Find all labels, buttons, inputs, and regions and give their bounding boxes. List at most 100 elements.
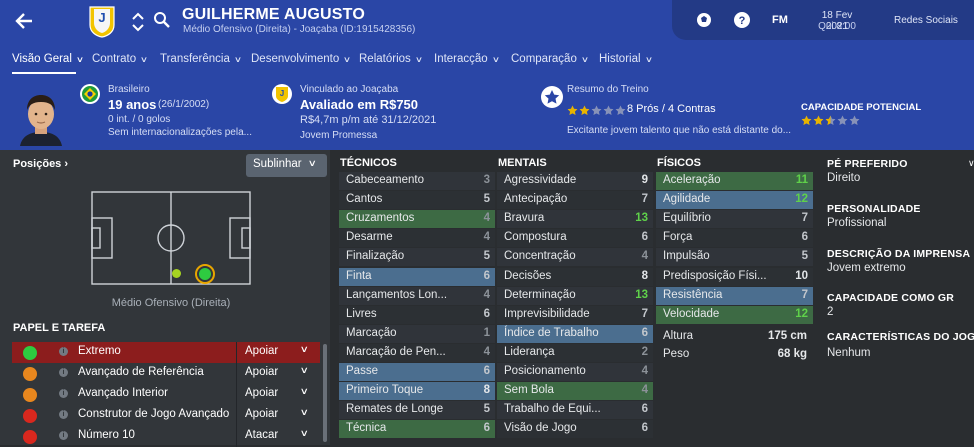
chevron-down-icon[interactable]: ∨ [968, 158, 974, 169]
attribute-row[interactable]: Determinação 13 [497, 286, 653, 305]
attribute-row[interactable]: Cruzamentos 4 [339, 210, 495, 229]
role-row[interactable]: i Construtor de Jogo Avançado Apoiar ∨ [12, 405, 320, 426]
attribute-row[interactable]: Aceleração 11 [656, 172, 813, 190]
training-star-icon [541, 86, 563, 108]
attribute-row[interactable]: Impulsão 5 [656, 248, 813, 267]
duty-dropdown[interactable]: Apoiar ∨ [236, 363, 320, 384]
help-icon[interactable]: ? [733, 11, 751, 29]
tab-interaction[interactable]: Interacção ∨ [434, 53, 500, 65]
nationality-label: Brasileiro [108, 84, 150, 95]
duty-dropdown[interactable]: Apoiar ∨ [236, 384, 320, 405]
attribute-name: Força [663, 231, 693, 244]
club-crest-icon[interactable]: J [88, 5, 116, 39]
attribute-row[interactable]: Cantos 5 [339, 191, 495, 210]
personality-value: Profissional [827, 217, 887, 229]
attribute-row[interactable]: Índice de Trabalho 6 [497, 324, 653, 343]
attribute-row[interactable]: Antecipação 7 [497, 191, 653, 210]
attribute-row[interactable]: Velocidade 12 [656, 305, 813, 324]
tab-contract[interactable]: Contrato ∨ [92, 53, 148, 65]
role-row[interactable]: i Extremo Apoiar ∨ [12, 342, 320, 363]
attribute-value: 4 [641, 250, 648, 263]
game-time: Qui 8:00 [818, 21, 856, 32]
social-media-button[interactable]: Redes Sociais [894, 15, 958, 26]
ball-icon[interactable] [695, 11, 713, 29]
attribute-name: Cabeceamento [346, 174, 424, 186]
attribute-row[interactable]: Cabeceamento 3 [339, 172, 495, 190]
height-label: Altura [663, 330, 694, 342]
technical-header: TÉCNICOS [340, 157, 397, 169]
attribute-row[interactable]: Finalização 5 [339, 248, 495, 267]
press-description-value: Jovem extremo [827, 262, 906, 274]
search-icon[interactable] [153, 11, 171, 29]
attribute-value: 4 [483, 231, 490, 244]
attribute-value: 4 [641, 365, 648, 377]
duty-dropdown[interactable]: Atacar ∨ [236, 426, 320, 447]
rating-star-icon [567, 105, 578, 116]
attribute-row[interactable]: Predisposição Físi... 10 [656, 267, 813, 286]
attribute-row[interactable]: Técnica 6 [339, 420, 495, 439]
info-icon[interactable]: i [59, 368, 68, 377]
attribute-row[interactable]: Imprevisibilidade 7 [497, 305, 653, 324]
attribute-row[interactable]: Força 6 [656, 229, 813, 248]
attribute-name: Predisposição Físi... [663, 269, 767, 282]
info-icon[interactable]: i [59, 431, 68, 440]
info-icon[interactable]: i [59, 389, 68, 398]
roles-scrollbar[interactable] [323, 344, 327, 442]
tab-history[interactable]: Historial ∨ [599, 53, 653, 65]
attribute-value: 5 [483, 403, 490, 416]
player-face-avatar[interactable] [16, 88, 66, 146]
rating-star-icon [801, 115, 812, 126]
attribute-name: Visão de Jogo [504, 422, 577, 435]
role-row[interactable]: i Avançado de Referência Apoiar ∨ [12, 363, 320, 384]
attribute-row[interactable]: Visão de Jogo 6 [497, 420, 653, 439]
attribute-row[interactable]: Concentração 4 [497, 248, 653, 267]
tab-development[interactable]: Desenvolvimento ∨ [251, 53, 351, 65]
tab-transfer[interactable]: Transferência ∨ [160, 53, 242, 65]
duty-dropdown[interactable]: Apoiar ∨ [236, 405, 320, 426]
attribute-row[interactable]: Liderança 2 [497, 343, 653, 362]
attribute-row[interactable]: Trabalho de Equi... 6 [497, 401, 653, 420]
positions-title[interactable]: Posições › [13, 158, 68, 170]
attribute-row[interactable]: Sem Bola 4 [497, 382, 653, 401]
personality-label: PERSONALIDADE [827, 203, 921, 215]
attribute-row[interactable]: Equilíbrio 7 [656, 210, 813, 229]
attribute-row[interactable]: Marcação 1 [339, 324, 495, 343]
player-switch-icon[interactable] [131, 11, 145, 33]
attribute-row[interactable]: Agilidade 12 [656, 191, 813, 210]
attribute-row[interactable]: Finta 6 [339, 267, 495, 286]
status-label: Jovem Promessa [300, 130, 378, 141]
attribute-value: 12 [795, 307, 808, 320]
duty-dropdown[interactable]: Apoiar ∨ [236, 342, 320, 363]
attribute-row[interactable]: Resistência 7 [656, 286, 813, 305]
attribute-value: 6 [641, 231, 648, 244]
attribute-row[interactable]: Passe 6 [339, 363, 495, 381]
role-name: Número 10 [78, 429, 135, 441]
attribute-row[interactable]: Agressividade 9 [497, 172, 653, 190]
attribute-value: 5 [483, 193, 490, 206]
attribute-row[interactable]: Desarme 4 [339, 229, 495, 248]
highlight-dropdown[interactable]: Sublinhar ∨ [246, 154, 327, 177]
tab-overview[interactable]: Visão Geral ∨ [12, 53, 84, 65]
attribute-row[interactable]: Marcação de Pen... 4 [339, 343, 495, 362]
info-icon[interactable]: i [59, 410, 68, 419]
attribute-row[interactable]: Posicionamento 4 [497, 363, 653, 381]
attribute-value: 7 [801, 212, 808, 225]
tab-comparison[interactable]: Comparação ∨ [511, 53, 589, 65]
fm-menu-button[interactable]: FM [772, 14, 788, 26]
attribute-row[interactable]: Remates de Longe 5 [339, 401, 495, 420]
attribute-name: Bravura [504, 212, 545, 225]
mental-header: MENTAIS [498, 157, 547, 169]
role-row[interactable]: i Avançado Interior Apoiar ∨ [12, 384, 320, 405]
attribute-row[interactable]: Primeiro Toque 8 [339, 382, 495, 401]
attribute-row[interactable]: Lançamentos Lon... 4 [339, 286, 495, 305]
role-suitability-dot [23, 409, 37, 423]
info-icon[interactable]: i [59, 347, 68, 356]
attribute-row[interactable]: Compostura 6 [497, 229, 653, 248]
back-arrow-icon[interactable] [12, 9, 36, 33]
attribute-row[interactable]: Decisões 8 [497, 267, 653, 286]
attribute-row[interactable]: Bravura 13 [497, 210, 653, 229]
attribute-row[interactable]: Livres 6 [339, 305, 495, 324]
tab-reports[interactable]: Relatórios ∨ [359, 53, 423, 65]
role-row[interactable]: i Número 10 Atacar ∨ [12, 426, 320, 447]
role-suitability-dot [23, 430, 37, 444]
